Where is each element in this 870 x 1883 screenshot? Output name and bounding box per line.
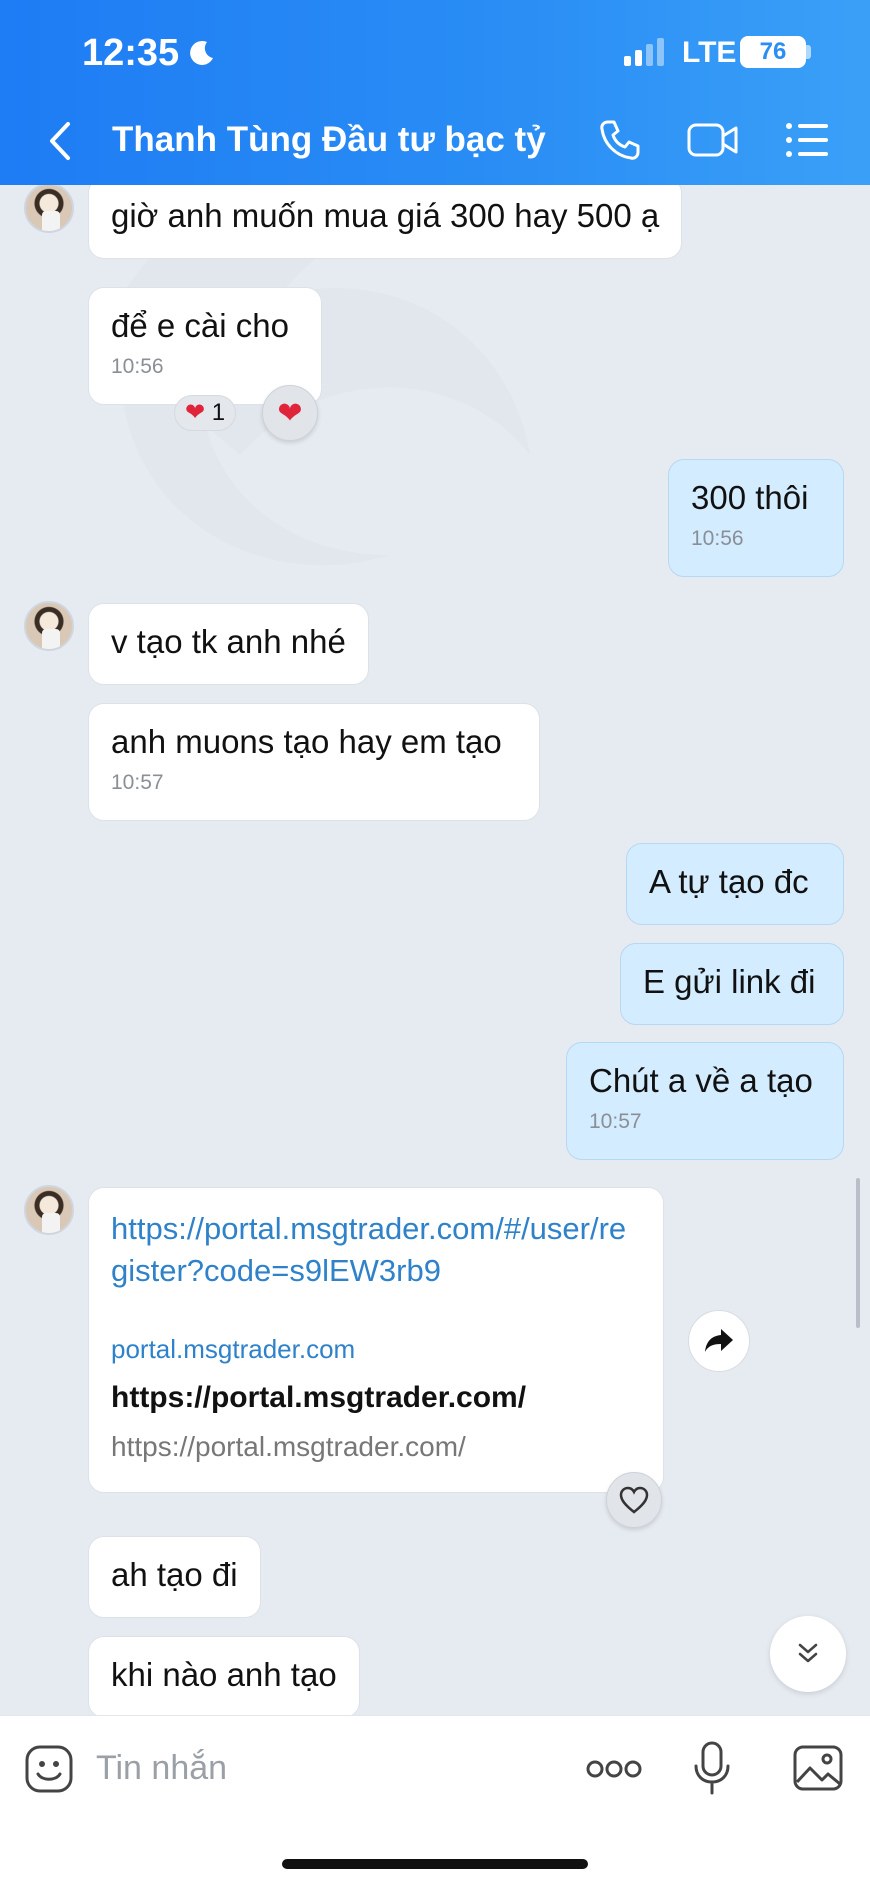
message-time: 10:57: [111, 771, 164, 794]
message-text: giờ anh muốn mua giá 300 hay 500 ạ: [111, 197, 660, 234]
emoji-icon[interactable]: [24, 1744, 74, 1794]
message-incoming[interactable]: anh muons tạo hay em tạo 10:57: [88, 703, 540, 821]
chat-area[interactable]: giờ anh muốn mua giá 300 hay 500 ạ để e …: [0, 185, 870, 1715]
message-composer: [0, 1715, 870, 1883]
nav-bar: Thanh Tùng Đầu tư bạc tỷ: [0, 100, 870, 185]
moon-icon: [190, 40, 213, 65]
avatar[interactable]: [24, 185, 74, 233]
heart-outline-icon: [619, 1486, 649, 1514]
home-indicator: [282, 1859, 588, 1869]
message-text: 300 thôi: [691, 479, 809, 516]
heart-icon: ❤: [185, 399, 206, 426]
more-icon[interactable]: [586, 1752, 642, 1786]
reaction-count[interactable]: ❤ 1: [174, 395, 237, 431]
scrollbar[interactable]: [856, 1178, 860, 1328]
battery-indicator: 76: [740, 36, 806, 68]
link-title: https://portal.msgtrader.com/: [111, 1381, 527, 1414]
message-time: 10:57: [589, 1110, 642, 1133]
message-text: v tạo tk anh nhé: [111, 623, 346, 660]
link-preview-card[interactable]: https://portal.msgtrader.com/#/user/regi…: [88, 1187, 664, 1493]
signal-icon: [624, 38, 664, 66]
message-text: khi nào anh tạo: [111, 1656, 337, 1693]
message-input[interactable]: [96, 1738, 546, 1798]
chevron-down-icon: [798, 1643, 818, 1663]
chat-title[interactable]: Thanh Tùng Đầu tư bạc tỷ: [112, 120, 546, 160]
message-text: để e cài cho: [111, 307, 289, 344]
link-url[interactable]: https://portal.msgtrader.com/#/user/regi…: [111, 1208, 641, 1292]
link-subtitle: https://portal.msgtrader.com/: [111, 1431, 466, 1462]
message-time: 10:56: [111, 355, 164, 378]
avatar[interactable]: [24, 1185, 74, 1235]
message-outgoing[interactable]: Chút a về a tạo 10:57: [566, 1042, 844, 1160]
link-domain: portal.msgtrader.com: [111, 1334, 356, 1364]
message-incoming[interactable]: ah tạo đi: [88, 1536, 261, 1618]
video-icon[interactable]: [686, 120, 740, 160]
message-text: E gửi link đi: [643, 963, 816, 1000]
mic-icon[interactable]: [692, 1740, 732, 1796]
message-incoming[interactable]: giờ anh muốn mua giá 300 hay 500 ạ: [88, 185, 683, 259]
message-outgoing[interactable]: E gửi link đi: [620, 943, 844, 1025]
message-text: Chút a về a tạo: [589, 1062, 813, 1099]
message-text: anh muons tạo hay em tạo: [111, 723, 502, 760]
network-label: LTE: [682, 36, 737, 69]
react-button[interactable]: ❤: [262, 385, 318, 441]
status-time: 12:35: [82, 32, 180, 74]
back-icon[interactable]: [40, 118, 80, 164]
scroll-to-bottom-button[interactable]: [770, 1616, 846, 1692]
message-incoming[interactable]: v tạo tk anh nhé: [88, 603, 369, 685]
message-incoming[interactable]: khi nào anh tạo: [88, 1636, 360, 1718]
message-outgoing[interactable]: 300 thôi 10:56: [668, 459, 844, 577]
message-time: 10:56: [691, 527, 744, 550]
share-button[interactable]: [688, 1310, 750, 1372]
message-text: A tự tạo đc: [649, 863, 809, 900]
heart-icon: ❤: [277, 396, 303, 430]
message-text: ah tạo đi: [111, 1556, 238, 1593]
menu-icon[interactable]: [784, 120, 830, 160]
status-bar: 12:35 LTE 76: [0, 0, 870, 100]
avatar[interactable]: [24, 601, 74, 651]
chat-header: 12:35 LTE 76 Thanh Tùng Đầu tư bạc tỷ: [0, 0, 870, 185]
react-button[interactable]: [606, 1472, 662, 1528]
message-outgoing[interactable]: A tự tạo đc: [626, 843, 844, 925]
share-icon: [705, 1329, 733, 1352]
image-icon[interactable]: [792, 1744, 844, 1792]
phone-icon[interactable]: [598, 118, 642, 162]
reaction-count-value: 1: [211, 399, 226, 426]
battery-cap: [806, 45, 811, 59]
